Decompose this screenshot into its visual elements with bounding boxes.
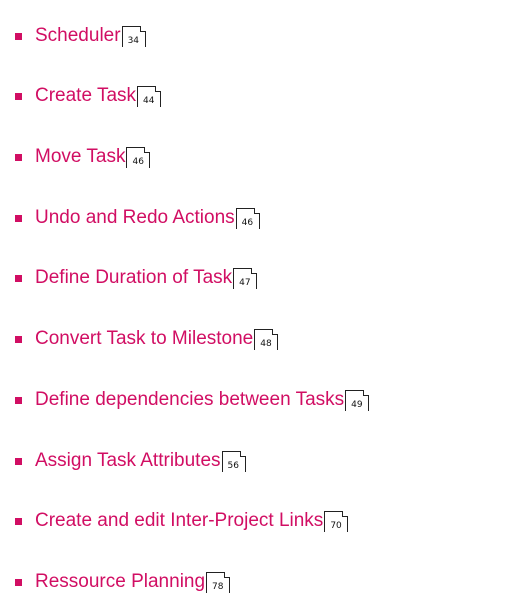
toc-item-inter-project-links: Create and edit Inter-Project Links 70: [15, 492, 515, 553]
toc-link-inter-project-links[interactable]: Create and edit Inter-Project Links: [35, 510, 323, 532]
toc-item-move-task: Move Task 46: [15, 127, 515, 188]
toc-item-scheduler: Scheduler 34: [15, 6, 515, 67]
square-bullet-icon: [15, 336, 22, 344]
square-bullet-icon: [15, 214, 22, 222]
square-bullet-icon: [15, 275, 22, 283]
toc-item-convert-milestone: Convert Task to Milestone 48: [15, 309, 515, 370]
toc-link-convert-milestone[interactable]: Convert Task to Milestone: [35, 328, 253, 350]
square-bullet-icon: [15, 154, 22, 162]
page-reference-icon[interactable]: 44: [137, 86, 162, 108]
toc-item-define-duration: Define Duration of Task 47: [15, 249, 515, 310]
page-reference-icon[interactable]: 46: [235, 207, 260, 229]
toc-item-ressource-planning: Ressource Planning 78: [15, 552, 515, 613]
square-bullet-icon: [15, 518, 22, 526]
toc-item-assign-attributes: Assign Task Attributes 56: [15, 431, 515, 492]
page-reference-icon[interactable]: 70: [324, 511, 349, 533]
page-reference-icon[interactable]: 47: [233, 268, 258, 290]
table-of-contents: Scheduler 34 Create Task 44 Move Task 46…: [15, 6, 515, 613]
square-bullet-icon: [15, 93, 22, 101]
toc-item-define-dependencies: Define dependencies between Tasks 49: [15, 370, 515, 431]
page-reference-icon[interactable]: 56: [221, 450, 246, 472]
toc-link-define-duration[interactable]: Define Duration of Task: [35, 267, 232, 289]
page-reference-icon[interactable]: 48: [254, 329, 279, 351]
toc-item-create-task: Create Task 44: [15, 67, 515, 128]
toc-link-scheduler[interactable]: Scheduler: [35, 25, 121, 47]
page-reference-icon[interactable]: 46: [126, 147, 151, 169]
toc-link-ressource-planning[interactable]: Ressource Planning: [35, 571, 205, 593]
toc-item-undo-redo: Undo and Redo Actions 46: [15, 188, 515, 249]
toc-link-create-task[interactable]: Create Task: [35, 85, 136, 107]
toc-link-move-task[interactable]: Move Task: [35, 146, 125, 168]
square-bullet-icon: [15, 396, 22, 404]
page-reference-icon[interactable]: 34: [121, 25, 146, 47]
square-bullet-icon: [15, 32, 22, 40]
page-reference-icon[interactable]: 78: [206, 571, 231, 593]
square-bullet-icon: [15, 578, 22, 586]
page-reference-icon[interactable]: 49: [345, 389, 370, 411]
toc-link-define-dependencies[interactable]: Define dependencies between Tasks: [35, 389, 344, 411]
toc-link-undo-redo[interactable]: Undo and Redo Actions: [35, 207, 235, 229]
square-bullet-icon: [15, 457, 22, 465]
toc-link-assign-attributes[interactable]: Assign Task Attributes: [35, 450, 221, 472]
